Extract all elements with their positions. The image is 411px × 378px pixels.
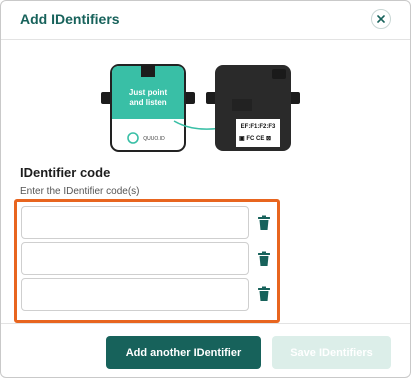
trash-icon: [258, 251, 270, 266]
device-back-image: EF:F1:F2:F3 ▣ FC CE ⊠: [206, 65, 300, 151]
device-front-image: Just point and listen QUUO.ID: [101, 64, 195, 152]
identifier-device-illustration: Just point and listen QUUO.ID EF:F1:F2:F…: [101, 64, 300, 152]
save-identifiers-button[interactable]: Save IDentifiers: [272, 336, 391, 369]
identifier-input-1[interactable]: [21, 206, 249, 239]
svg-text:▣ FC CE ⊠: ▣ FC CE ⊠: [239, 136, 271, 142]
device-front-label-line1: Just point: [129, 88, 168, 97]
device-brand-label: QUUO.ID: [143, 136, 165, 142]
device-front-label-line2: and listen: [129, 98, 166, 107]
device-back-code: EF:F1:F2:F3: [241, 124, 276, 130]
add-another-identifier-button[interactable]: Add another IDentifier: [106, 336, 261, 369]
identifier-input-2[interactable]: [21, 242, 249, 275]
close-icon: [377, 15, 385, 23]
identifier-code-heading: IDentifier code: [20, 165, 111, 180]
identifier-input-3[interactable]: [21, 278, 249, 311]
identifier-code-hint: Enter the IDentifier code(s): [20, 186, 140, 197]
trash-icon: [258, 286, 270, 301]
add-identifiers-dialog: Add IDentifiers Just point and listen QU…: [0, 0, 411, 378]
delete-identifier-2-button[interactable]: [257, 251, 271, 267]
dialog-header: Add IDentifiers: [1, 1, 410, 40]
delete-identifier-1-button[interactable]: [257, 215, 271, 231]
delete-identifier-3-button[interactable]: [257, 286, 271, 302]
close-button[interactable]: [371, 9, 391, 29]
dialog-title: Add IDentifiers: [20, 11, 120, 27]
trash-icon: [258, 215, 270, 230]
